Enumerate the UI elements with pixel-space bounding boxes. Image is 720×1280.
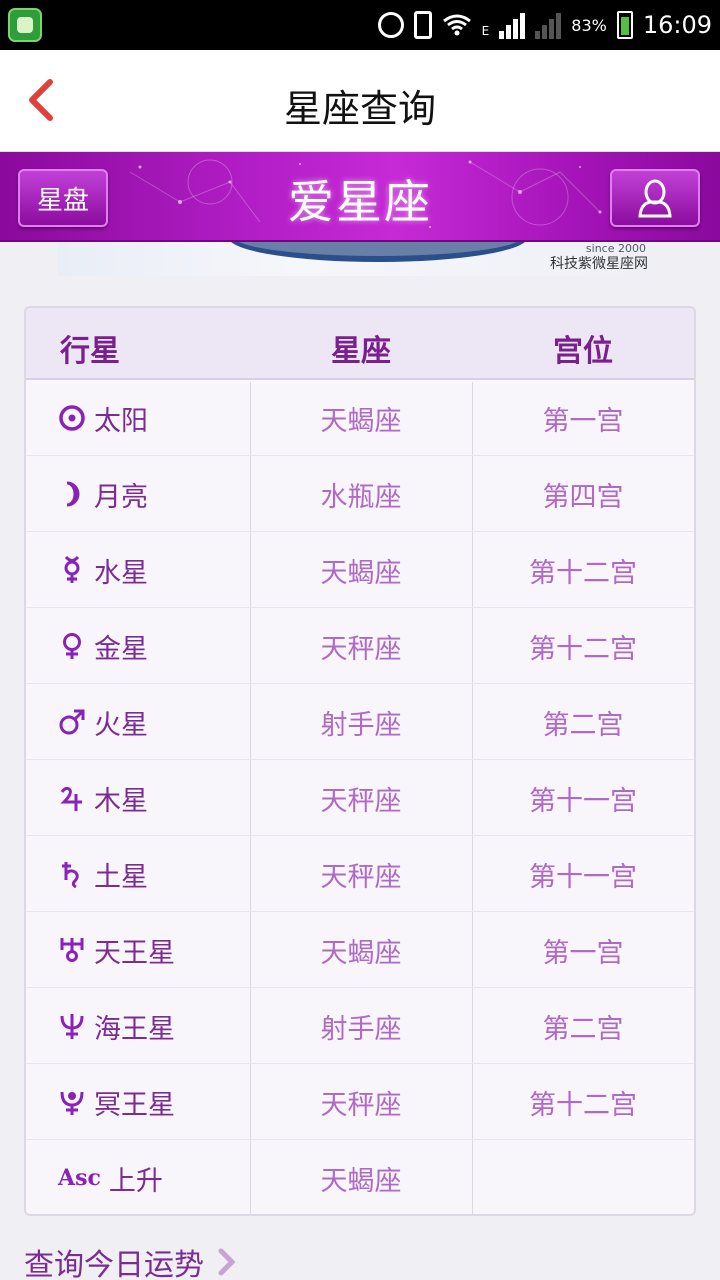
user-profile-button[interactable] [610, 169, 700, 227]
sign-cell: 水瓶座 [320, 481, 402, 513]
table-row: 火星 射手座 第二宫 [26, 684, 694, 760]
network-type: E [481, 24, 490, 38]
table-row: 木星 天秤座 第十一宫 [26, 760, 694, 836]
sign-cell: 天秤座 [320, 633, 402, 665]
ad-banner[interactable]: since 2000 科技紫微星座网 [58, 242, 654, 276]
table-row: Asc 上升 天蝎座 [26, 1140, 694, 1214]
today-fortune-label: 查询今日运势 [24, 1248, 204, 1280]
planet-name: 太阳 [94, 405, 148, 437]
table-row: 月亮 水瓶座 第四宫 [26, 456, 694, 532]
sign-cell: 射手座 [320, 1013, 402, 1045]
status-bar: E 83% 16:09 [0, 0, 720, 50]
table-row: 太阳 天蝎座 第一宫 [26, 380, 694, 456]
chevron-right-icon [218, 1248, 236, 1276]
planet-name: 冥王星 [94, 1089, 175, 1121]
planet-cell: 水星 [58, 532, 148, 608]
house-cell [472, 1140, 694, 1214]
moon-icon [58, 480, 86, 508]
user-icon [638, 179, 672, 218]
sign-cell: 射手座 [320, 709, 402, 741]
title-bar: 星座查询 [0, 50, 720, 152]
page-title: 星座查询 [283, 87, 436, 131]
planet-cell: 太阳 [58, 380, 148, 456]
planet-name: 月亮 [94, 481, 148, 513]
planet-cell: 金星 [58, 608, 148, 684]
ascendant-icon: Asc [58, 1165, 101, 1191]
planet-name: 上升 [108, 1165, 163, 1197]
table-row: 天王星 天蝎座 第一宫 [26, 912, 694, 988]
jupiter-icon [58, 784, 86, 812]
mars-icon [58, 708, 86, 736]
sign-cell: 天秤座 [320, 1089, 402, 1121]
sign-cell: 天蝎座 [320, 405, 402, 437]
table-header: 行星 星座 宫位 [26, 308, 694, 380]
table-row: 水星 天蝎座 第十二宫 [26, 532, 694, 608]
mercury-icon [58, 556, 86, 584]
battery-percent: 83% [571, 15, 607, 35]
sign-cell: 天蝎座 [320, 937, 402, 969]
header-house: 宫位 [553, 334, 613, 369]
house-cell: 第二宫 [542, 709, 624, 741]
brand-banner: 星盘 爱星座 [0, 152, 720, 242]
clock: 16:09 [642, 11, 712, 39]
planet-cell: 海王星 [58, 988, 175, 1064]
sign-cell: 天秤座 [320, 861, 402, 893]
planet-cell: 火星 [58, 684, 148, 760]
header-sign: 星座 [331, 334, 391, 369]
vibrate-icon [413, 11, 432, 39]
ad-site-name: 科技紫微星座网 [550, 256, 648, 272]
sun-icon [58, 404, 86, 432]
house-cell: 第十二宫 [529, 557, 637, 589]
app-notification-icon [8, 8, 42, 42]
neptune-icon [58, 1012, 86, 1040]
sign-cell: 天蝎座 [320, 1165, 402, 1197]
saturn-icon [58, 860, 86, 888]
table-body: 太阳 天蝎座 第一宫 月亮 水瓶座 第四宫 水星 天蝎座 第十二宫 金星 天秤座 第十二宫 火星 射手座第… [26, 380, 694, 1214]
house-cell: 第一宫 [542, 937, 624, 969]
pluto-icon [58, 1088, 86, 1116]
wifi-icon [442, 14, 471, 36]
planet-cell: Asc 上升 [58, 1140, 163, 1214]
signal2-icon [535, 11, 562, 39]
sign-cell: 天秤座 [320, 785, 402, 817]
planet-name: 木星 [94, 785, 148, 817]
header-planet: 行星 [60, 334, 120, 369]
table-row: 金星 天秤座 第十二宫 [26, 608, 694, 684]
signal-icon [499, 11, 526, 39]
planet-cell: 月亮 [58, 456, 148, 532]
sign-cell: 天蝎座 [320, 557, 402, 589]
planet-name: 水星 [94, 557, 148, 589]
planet-table: 行星 星座 宫位 太阳 天蝎座 第一宫 月亮 水瓶座 第四宫 水星 天蝎座 第十二宫 金星 天秤座第… [24, 306, 696, 1216]
planet-cell: 冥王星 [58, 1064, 175, 1140]
planet-cell: 天王星 [58, 912, 175, 988]
house-cell: 第十二宫 [529, 1089, 637, 1121]
table-row: 海王星 射手座 第二宫 [26, 988, 694, 1064]
ad-graphic [228, 242, 528, 262]
planet-name: 天王星 [94, 937, 175, 969]
battery-icon [616, 11, 633, 39]
table-row: 土星 天秤座 第十一宫 [26, 836, 694, 912]
house-cell: 第十一宫 [529, 785, 637, 817]
planet-cell: 木星 [58, 760, 148, 836]
alarm-icon [377, 12, 404, 38]
planet-cell: 土星 [58, 836, 148, 912]
house-cell: 第一宫 [542, 405, 624, 437]
house-cell: 第十二宫 [529, 633, 637, 665]
planet-name: 土星 [94, 861, 148, 893]
table-row: 冥王星 天秤座 第十二宫 [26, 1064, 694, 1140]
planet-name: 金星 [94, 633, 148, 665]
house-cell: 第十一宫 [529, 861, 637, 893]
uranus-icon [58, 936, 86, 964]
venus-icon [58, 632, 86, 660]
house-cell: 第四宫 [542, 481, 624, 513]
planet-name: 火星 [94, 709, 148, 741]
planet-name: 海王星 [94, 1013, 175, 1045]
house-cell: 第二宫 [542, 1013, 624, 1045]
today-fortune-link[interactable]: 查询今日运势 [24, 1240, 238, 1280]
